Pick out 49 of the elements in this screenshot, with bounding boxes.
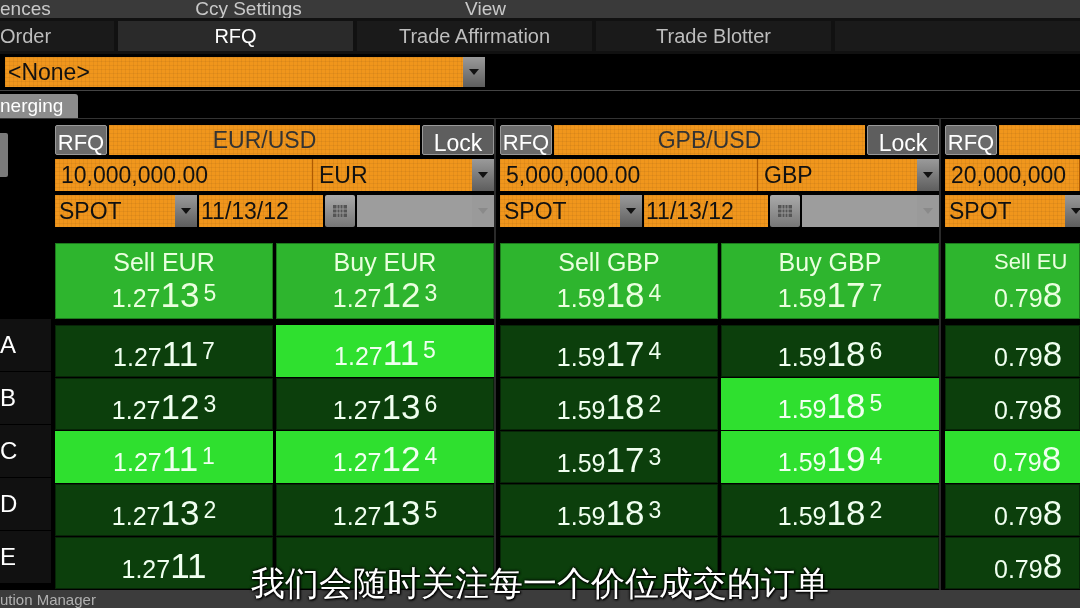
rfq-button[interactable]: RFQ (55, 125, 107, 155)
row-label: E (0, 531, 51, 583)
dropdown-arrow-button[interactable] (472, 159, 494, 191)
caret-icon (469, 69, 479, 75)
quote-cell[interactable]: 0.798 (945, 537, 1080, 589)
quote-cell[interactable]: 0.798 (945, 484, 1080, 536)
rfq-button[interactable]: RFQ (945, 125, 997, 155)
caret-icon (478, 172, 488, 178)
menu-item[interactable]: ences (0, 0, 51, 18)
dropdown-arrow-button[interactable] (175, 195, 197, 227)
caret-icon (923, 172, 933, 178)
calendar-button[interactable] (770, 195, 800, 227)
tab[interactable]: Order (0, 21, 114, 51)
profile-dropdown[interactable]: <None> (5, 57, 485, 87)
caret-icon (181, 208, 191, 214)
lock-button[interactable]: Lock (422, 125, 494, 155)
calendar-icon (778, 205, 792, 217)
tenor-dropdown[interactable]: SPOT (500, 195, 642, 227)
row-label: B (0, 372, 51, 424)
rfq-button[interactable]: RFQ (500, 125, 552, 155)
tab[interactable]: RFQ (118, 21, 353, 51)
status-bar-label: ution Manager (0, 592, 96, 608)
caret-icon (626, 208, 636, 214)
dropdown-arrow-button[interactable] (463, 57, 485, 87)
menu-item[interactable]: View (465, 0, 506, 18)
row-label: D (0, 478, 51, 530)
calendar-icon (333, 205, 347, 217)
dropdown-arrow-button[interactable] (917, 159, 939, 191)
amount-field[interactable]: 20,000,000 (945, 159, 1080, 191)
currency-pair-field: GPB/USD (554, 125, 865, 155)
tab[interactable]: Trade Blotter (596, 21, 831, 51)
caret-icon (1071, 208, 1080, 214)
amount-field[interactable]: 5,000,000.00 (500, 159, 758, 191)
tenor-dropdown[interactable]: SPOT (945, 195, 1080, 227)
quote-cell[interactable]: 0.798 (945, 325, 1080, 377)
currency-dropdown[interactable]: EUR (313, 159, 494, 191)
quote-cell[interactable]: 0.798 (945, 378, 1080, 430)
lock-button[interactable]: Lock (867, 125, 939, 155)
currency-dropdown[interactable]: GBP (758, 159, 939, 191)
dropdown-arrow-button[interactable] (620, 195, 642, 227)
tab[interactable]: Trade Affirmation (357, 21, 592, 51)
date-field[interactable]: 11/13/12 (644, 195, 768, 227)
amount-field[interactable]: 10,000,000.00 (55, 159, 313, 191)
row-label: C (0, 425, 51, 477)
calendar-button[interactable] (325, 195, 355, 227)
tenor-dropdown[interactable]: SPOT (55, 195, 197, 227)
currency-pair-field: EUR/USD (109, 125, 420, 155)
row-label: A (0, 319, 51, 371)
date-field[interactable]: 11/13/12 (199, 195, 323, 227)
